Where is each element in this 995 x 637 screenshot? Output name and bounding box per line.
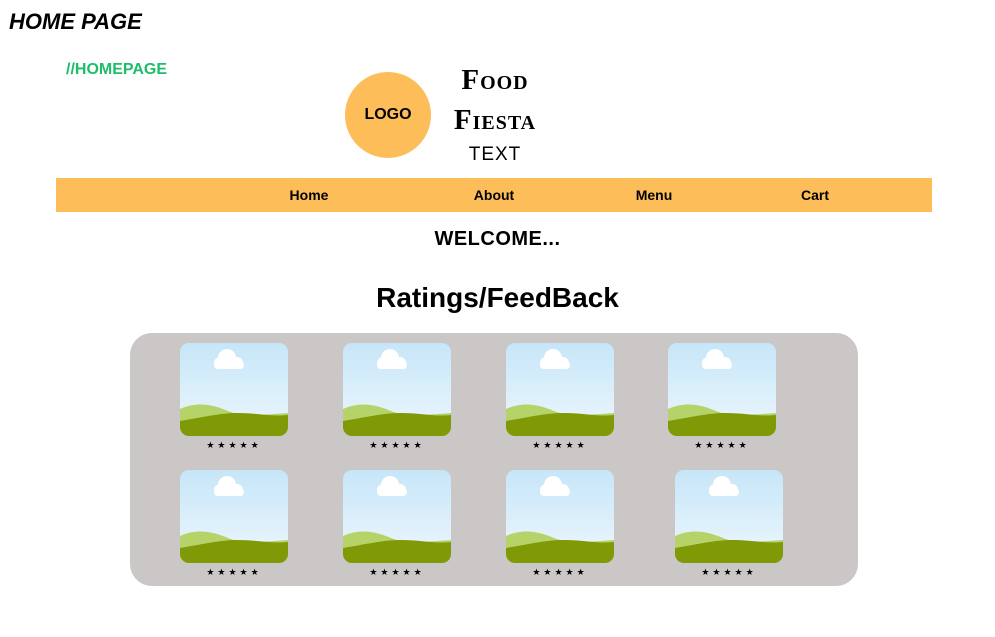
logo[interactable]: LOGO [345,72,431,158]
nav-home[interactable]: Home [290,178,329,212]
star-rating: ★★★★★ [532,440,588,450]
star-rating: ★★★★★ [206,567,262,577]
nav-menu[interactable]: Menu [636,178,673,212]
landscape-placeholder-icon [343,343,451,436]
feedback-card[interactable]: ★★★★★ [343,343,451,452]
landscape-placeholder-icon [180,470,288,563]
page-comment: //HOMEPAGE [66,61,168,78]
landscape-placeholder-icon [675,470,783,563]
star-rating: ★★★★★ [206,440,262,450]
brand-name: Food Fiesta [440,60,550,140]
feedback-card[interactable]: ★★★★★ [180,470,288,579]
feedback-card[interactable]: ★★★★★ [506,343,614,452]
landscape-placeholder-icon [180,343,288,436]
landscape-placeholder-icon [506,343,614,436]
page-label: HOME PAGE [9,9,142,34]
feedback-card[interactable]: ★★★★★ [506,470,614,579]
welcome-heading: WELCOME... [434,228,561,250]
nav-about[interactable]: About [474,178,514,212]
brand-line-1: Food [461,64,529,96]
nav-cart[interactable]: Cart [801,178,829,212]
feedback-card[interactable]: ★★★★★ [675,470,783,579]
star-rating: ★★★★★ [701,567,757,577]
landscape-placeholder-icon [506,470,614,563]
nav-bar: Home About Menu Cart [56,178,932,212]
ratings-feedback-title: Ratings/FeedBack [376,282,619,313]
landscape-placeholder-icon [343,470,451,563]
brand-subtitle: TEXT [468,144,522,165]
landscape-placeholder-icon [668,343,776,436]
feedback-card[interactable]: ★★★★★ [668,343,776,452]
feedback-card[interactable]: ★★★★★ [343,470,451,579]
feedback-card[interactable]: ★★★★★ [180,343,288,452]
star-rating: ★★★★★ [369,567,425,577]
star-rating: ★★★★★ [694,440,750,450]
star-rating: ★★★★★ [532,567,588,577]
star-rating: ★★★★★ [369,440,425,450]
brand-line-2: Fiesta [453,104,537,136]
logo-text: LOGO [364,106,412,123]
